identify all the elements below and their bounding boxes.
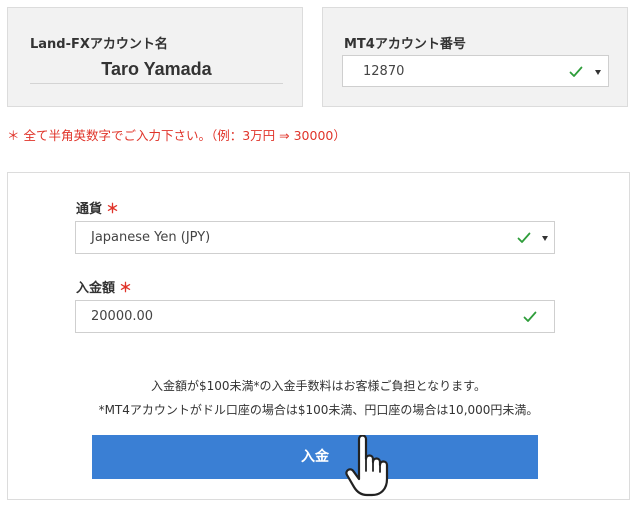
account-name-value: Taro Yamada bbox=[30, 56, 283, 84]
mt4-account-select[interactable]: 12870 bbox=[342, 55, 609, 87]
check-icon bbox=[569, 66, 583, 77]
mt4-account-selected-value: 12870 bbox=[363, 64, 405, 79]
amount-input[interactable]: 20000.00 bbox=[75, 300, 555, 333]
currency-label-text: 通貨 bbox=[76, 202, 103, 217]
amount-label: 入金額＊ bbox=[76, 277, 132, 296]
deposit-button[interactable]: 入金 bbox=[92, 435, 538, 479]
deposit-form-panel: 通貨＊ Japanese Yen (JPY) 入金額＊ 20000.00 入金額… bbox=[7, 172, 630, 500]
required-mark: ＊ bbox=[119, 281, 133, 296]
mt4-account-label: MT4アカウント番号 bbox=[344, 37, 466, 52]
mt4-account-box: MT4アカウント番号 12870 bbox=[322, 7, 628, 107]
fee-info-line2: *MT4アカウントがドル口座の場合は$100未満、円口座の場合は10,000円未… bbox=[98, 403, 539, 417]
hand-pointer-icon bbox=[345, 435, 389, 497]
account-name-label: Land-FXアカウント名 bbox=[30, 37, 168, 52]
chevron-down-icon bbox=[542, 236, 548, 241]
required-mark: ＊ bbox=[106, 202, 120, 217]
account-name-box: Land-FXアカウント名 Taro Yamada bbox=[7, 7, 303, 107]
input-note: ＊ 全て半角英数字でご入力下さい。（例：3万円 ⇒ 30000） bbox=[7, 128, 346, 143]
check-icon bbox=[523, 311, 537, 322]
currency-label: 通貨＊ bbox=[76, 198, 119, 217]
check-icon bbox=[517, 232, 531, 243]
currency-select[interactable]: Japanese Yen (JPY) bbox=[75, 221, 555, 254]
currency-selected-value: Japanese Yen (JPY) bbox=[91, 230, 211, 245]
deposit-page: Land-FXアカウント名 Taro Yamada MT4アカウント番号 128… bbox=[0, 0, 636, 509]
fee-info-line1: 入金額が$100未満*の入金手数料はお客様ご負担となります。 bbox=[151, 379, 486, 393]
amount-label-text: 入金額 bbox=[76, 281, 116, 296]
chevron-down-icon bbox=[595, 70, 601, 75]
amount-value: 20000.00 bbox=[91, 309, 154, 324]
